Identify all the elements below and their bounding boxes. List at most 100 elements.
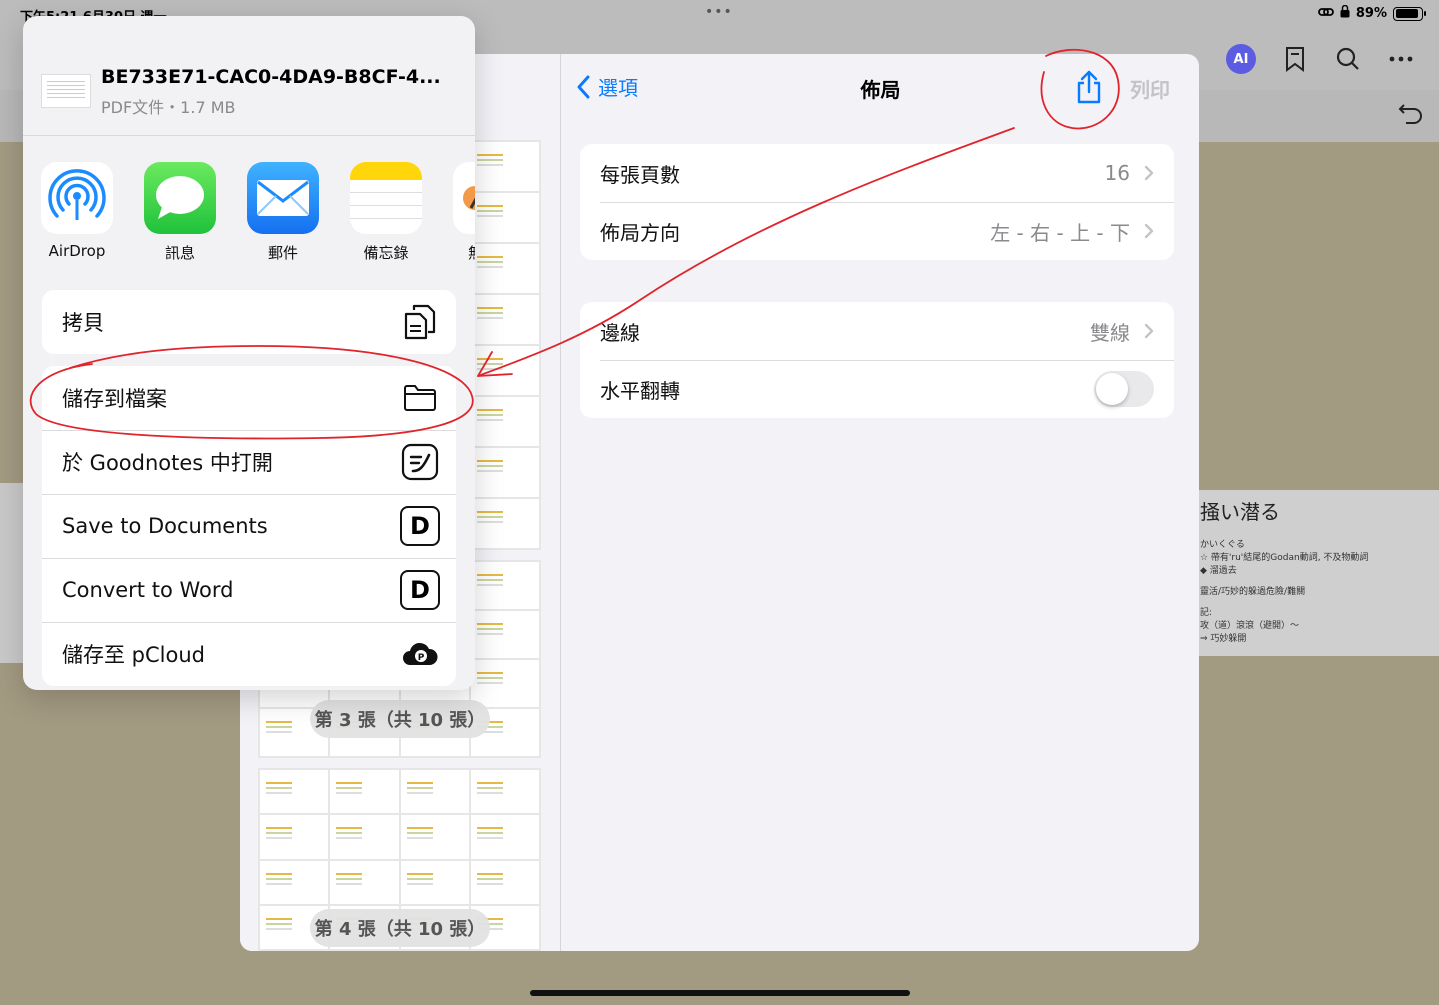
bookmark-icon[interactable]	[1280, 44, 1310, 74]
horizontal-flip-toggle[interactable]	[1094, 371, 1154, 407]
page-line: 攻（道）滾滾（避開）～	[1200, 621, 1300, 631]
preview-page-thumbnail	[400, 770, 469, 814]
preview-page-thumbnail	[470, 142, 539, 191]
app-label: 郵件	[267, 244, 298, 262]
share-sheet: BE733E71-CAC0-4DA9-B8CF-4... PDF文件・1.7 M…	[23, 16, 475, 690]
app-airdrop[interactable]: AirDrop	[32, 162, 122, 260]
copy-action[interactable]: 拷貝	[42, 290, 456, 354]
row-value: 左 - 右 - 上 - 下	[990, 220, 1130, 245]
multitasking-dots-icon[interactable]: •••	[705, 4, 733, 20]
preview-page-thumbnail	[470, 346, 539, 395]
print-button[interactable]: 列印	[1130, 74, 1170, 103]
preview-page-thumbnail	[470, 660, 539, 707]
file-name: BE733E71-CAC0-4DA9-B8CF-4...	[101, 66, 441, 88]
freeform-icon	[453, 162, 475, 234]
undo-icon[interactable]	[1398, 102, 1424, 130]
notes-icon	[350, 162, 422, 234]
action-group: 儲存到檔案 於 Goodnotes 中打開 Save to Documents …	[42, 366, 456, 686]
chevron-right-icon	[1144, 165, 1154, 181]
chevron-right-icon	[1144, 323, 1154, 339]
row-value: 雙線	[1090, 320, 1130, 345]
preview-page-thumbnail	[260, 815, 329, 859]
app-freeform[interactable]: 無	[444, 162, 475, 263]
pages-per-sheet-row[interactable]: 每張頁數 16	[580, 144, 1174, 202]
save-to-pcloud-action[interactable]: 儲存至 pCloud P	[42, 622, 456, 686]
row-label: 佈局方向	[600, 220, 680, 245]
preview-page-thumbnail	[470, 770, 539, 814]
mail-icon	[247, 162, 319, 234]
status-indicators: 89%	[1317, 4, 1426, 22]
share-header: BE733E71-CAC0-4DA9-B8CF-4... PDF文件・1.7 M…	[23, 16, 475, 136]
preview-page-thumbnail	[330, 770, 399, 814]
action-group: 拷貝	[42, 290, 456, 354]
folder-icon	[400, 378, 440, 418]
action-label: 儲存至 pCloud	[62, 643, 205, 667]
row-value: 16	[1104, 161, 1130, 185]
preview-page-thumbnail	[260, 860, 329, 904]
action-label: Save to Documents	[62, 514, 268, 538]
chevron-right-icon	[1144, 223, 1154, 239]
app-label: 訊息	[164, 244, 195, 262]
action-label: 儲存到檔案	[62, 387, 167, 411]
row-label: 邊線	[600, 320, 640, 345]
share-icon	[1077, 70, 1101, 104]
app-label: AirDrop	[48, 242, 106, 260]
preview-page-thumbnail	[400, 860, 469, 904]
page-line: ◆ 溜過去	[1200, 566, 1237, 576]
share-app-row: AirDrop 訊息 郵件 備忘錄	[23, 162, 475, 272]
convert-to-word-action[interactable]: Convert to Word D	[42, 558, 456, 622]
border-settings-group: 邊線 雙線 水平翻轉	[580, 302, 1174, 418]
page-indicator: 第 3 張（共 10 張）	[310, 700, 490, 738]
battery-percent: 89%	[1355, 6, 1387, 21]
preview-page-thumbnail	[470, 611, 539, 658]
messages-icon	[144, 162, 216, 234]
border-row[interactable]: 邊線 雙線	[580, 302, 1174, 360]
open-in-goodnotes-action[interactable]: 於 Goodnotes 中打開	[42, 430, 456, 494]
home-indicator[interactable]	[530, 990, 910, 996]
app-messages[interactable]: 訊息	[135, 162, 225, 263]
preview-page-thumbnail	[470, 499, 539, 548]
preview-page-thumbnail	[470, 295, 539, 344]
app-notes[interactable]: 備忘錄	[341, 162, 431, 263]
row-label: 水平翻轉	[600, 378, 680, 403]
action-label: 拷貝	[62, 311, 104, 335]
action-label: Convert to Word	[62, 578, 234, 602]
save-to-files-action[interactable]: 儲存到檔案	[42, 366, 456, 430]
row-label: 每張頁數	[600, 162, 680, 187]
search-icon[interactable]	[1333, 44, 1363, 74]
ai-icon[interactable]: AI	[1226, 44, 1256, 74]
document-thumbnail	[41, 74, 91, 108]
goodnotes-icon	[400, 442, 440, 482]
preview-page-thumbnail	[470, 562, 539, 609]
documents-icon: D	[400, 506, 440, 546]
airdrop-icon	[41, 162, 113, 234]
app-mail[interactable]: 郵件	[238, 162, 328, 263]
save-to-documents-action[interactable]: Save to Documents D	[42, 494, 456, 558]
layout-settings-group: 每張頁數 16 佈局方向 左 - 右 - 上 - 下	[580, 144, 1174, 260]
preview-page-thumbnail	[470, 397, 539, 446]
share-button[interactable]	[1072, 70, 1106, 104]
page-line: ⇒ 巧妙躲開	[1200, 634, 1247, 644]
preview-page-thumbnail	[330, 860, 399, 904]
link-icon	[1317, 6, 1334, 22]
page-indicator: 第 4 張（共 10 張）	[310, 909, 490, 947]
pcloud-icon: P	[400, 634, 440, 674]
page-line: かいくぐる	[1200, 540, 1245, 550]
page-line: 靈活/巧妙的躲過危險/難關	[1200, 587, 1306, 597]
preview-page-thumbnail	[400, 815, 469, 859]
copy-icon	[400, 302, 440, 342]
background-page-right: 掻い潜る かいくぐる ☆ 帶有'ru'結尾的Godan動詞, 不及物動詞 ◆ 溜…	[1198, 490, 1439, 656]
preview-page-thumbnail	[470, 815, 539, 859]
preview-page-thumbnail	[470, 860, 539, 904]
app-label: 無	[444, 242, 475, 263]
share-action-list: 拷貝 儲存到檔案 於 Goodnotes 中打開 Save to Documen…	[42, 290, 456, 690]
preview-page-thumbnail	[260, 770, 329, 814]
page-line: 記:	[1200, 608, 1213, 618]
page-line: ☆ 帶有'ru'結尾的Godan動詞, 不及物動詞	[1200, 553, 1369, 563]
documents-icon: D	[400, 570, 440, 610]
lock-icon	[1340, 4, 1350, 22]
nav-bar: 選項 佈局 列印	[562, 54, 1199, 122]
layout-direction-row[interactable]: 佈局方向 左 - 右 - 上 - 下	[580, 202, 1174, 260]
more-icon[interactable]	[1386, 44, 1416, 74]
page-heading: 掻い潜る	[1200, 500, 1280, 524]
